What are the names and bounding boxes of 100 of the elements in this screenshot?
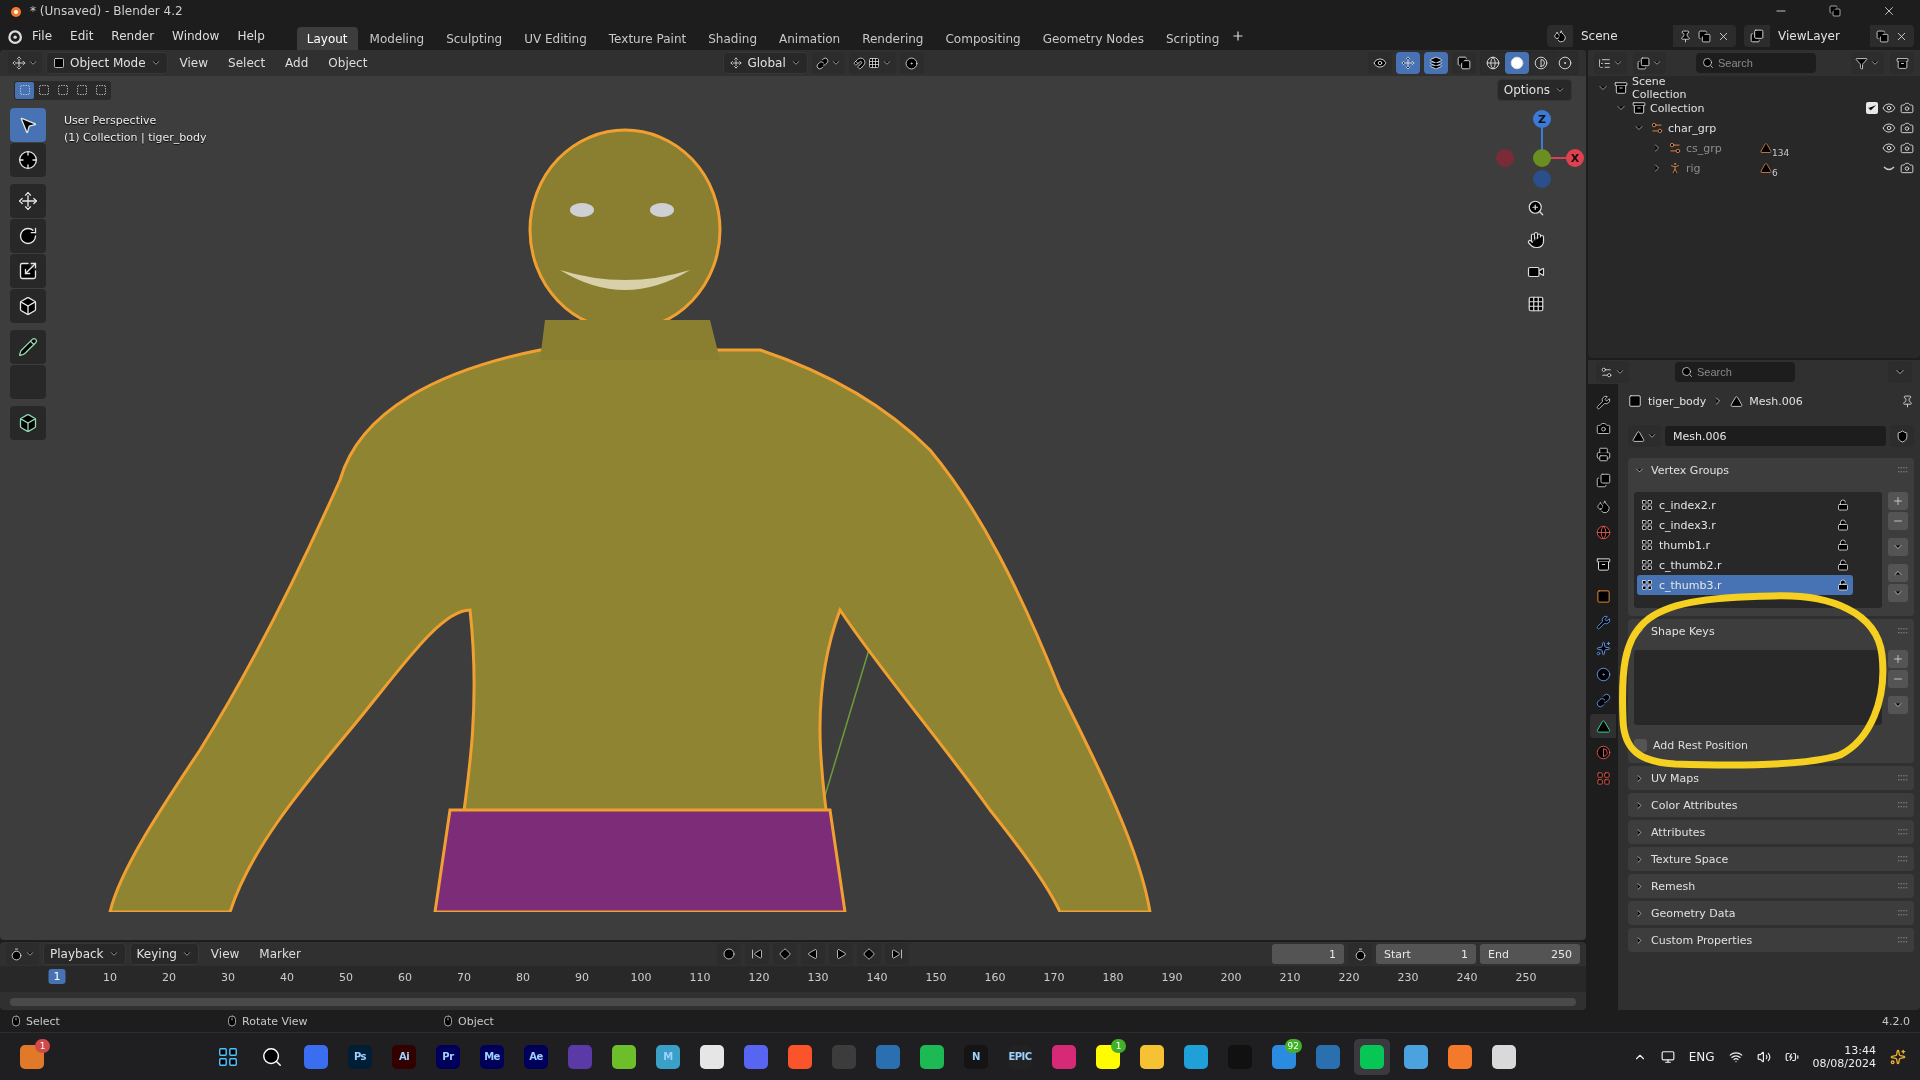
panel-header[interactable]: UV Maps — [1628, 766, 1914, 790]
app-icon: Pr — [436, 1044, 460, 1069]
notification-badge: 92 — [1284, 1038, 1302, 1053]
frame-tick-label: 100 — [630, 971, 652, 984]
axis-handle[interactable]: Z — [1533, 110, 1551, 128]
panel-header[interactable]: Geometry Data — [1628, 901, 1914, 925]
3d-viewport[interactable]: Object Mode View Select Add Object Global Options User Perspective (1) Collection | tiger_body Z X — [0, 50, 1586, 940]
vertex-group-item[interactable]: c_index3.r — [1637, 515, 1853, 535]
vertex-group-item[interactable]: thumb1.r — [1637, 535, 1853, 555]
frame-tick-label: 240 — [1456, 971, 1478, 984]
notification-badge: 1 — [35, 1038, 50, 1053]
panel-header[interactable]: Attributes — [1628, 820, 1914, 844]
frame-tick-label: 120 — [748, 971, 770, 984]
status-hint: Select — [26, 1014, 60, 1028]
taskbar-app-button[interactable]: EPIC — [1002, 1038, 1038, 1075]
status-hint: Object — [458, 1014, 494, 1028]
workspace-tab[interactable]: Geometry Nodes — [1032, 26, 1154, 50]
panel-header[interactable]: Shape Keys — [1628, 619, 1914, 643]
vertex-group-item[interactable]: c_thumb2.r — [1637, 555, 1853, 575]
frame-tick-label: 10 — [103, 971, 118, 984]
tree-item-label[interactable]: cs_grp — [1686, 141, 1756, 155]
menu-dropdown[interactable]: Keying — [129, 943, 199, 965]
workspace-tab[interactable]: Modeling — [359, 26, 435, 50]
breadcrumb-item: Mesh.006 — [1749, 394, 1803, 408]
workspace-tab[interactable]: UV Editing — [514, 26, 597, 50]
frame-tick-label: 230 — [1397, 971, 1419, 984]
menu-dropdown[interactable]: Playback — [43, 943, 126, 965]
checkbox-label[interactable]: Add Rest Position — [1653, 738, 1749, 752]
taskbar-app-button[interactable]: N — [958, 1038, 994, 1075]
frame-tick-label: 150 — [925, 971, 947, 984]
language-indicator[interactable]: ENG — [1688, 1049, 1715, 1064]
end-frame-field[interactable]: End 250 — [1480, 944, 1580, 964]
taskbar-app-button[interactable]: Pr — [430, 1038, 466, 1075]
playhead[interactable]: 1 — [48, 969, 66, 984]
panel-header[interactable]: Vertex Groups — [1628, 458, 1914, 482]
app-icon: M — [656, 1044, 680, 1069]
frame-tick-label: 70 — [457, 971, 472, 984]
menu-item[interactable]: File — [24, 26, 61, 46]
tree-item-label[interactable]: Collection — [1650, 101, 1720, 115]
viewport-info-text: (1) Collection | tiger_body — [64, 131, 207, 144]
frame-tick-label: 20 — [162, 971, 177, 984]
menu-item[interactable]: View — [202, 944, 248, 964]
tree-item-label[interactable]: Scene Collection — [1632, 75, 1702, 101]
frame-tick-label: 200 — [1220, 971, 1242, 984]
workspace-tab[interactable]: Compositing — [935, 26, 1031, 50]
scene-selector[interactable]: Scene — [1547, 25, 1736, 47]
options-dropdown[interactable]: Options — [1496, 79, 1572, 101]
menu-item[interactable]: Add — [277, 53, 317, 73]
frame-tick-label: 50 — [339, 971, 354, 984]
panel-header[interactable]: Custom Properties — [1628, 928, 1914, 952]
menu-item[interactable]: Select — [220, 53, 274, 73]
tree-item-label[interactable]: char_grp — [1668, 121, 1738, 135]
vertex-group-item[interactable]: c_thumb3.r — [1637, 575, 1853, 595]
vertex-group-item[interactable]: c_index2.r — [1637, 495, 1853, 515]
taskbar-app-button[interactable]: Ae — [518, 1038, 554, 1075]
start-frame-field[interactable]: Start 1 — [1376, 944, 1476, 964]
child-count-label: 134 — [1772, 148, 1790, 158]
panel-header[interactable]: Remesh — [1628, 874, 1914, 898]
frame-tick-label: 40 — [280, 971, 295, 984]
mesh-name-field[interactable]: Mesh.006 — [1665, 426, 1886, 446]
panel-header[interactable]: Texture Space — [1628, 847, 1914, 871]
workspace-tab[interactable]: Sculpting — [436, 26, 513, 50]
mode-dropdown[interactable]: Object Mode — [46, 52, 168, 74]
frame-tick-label: 60 — [398, 971, 413, 984]
viewport-info-text: User Perspective — [64, 114, 158, 127]
clock[interactable]: 13:44 08/08/2024 — [1812, 1043, 1876, 1070]
menu-item[interactable]: Window — [164, 26, 228, 46]
taskbar-app-button[interactable]: Me — [474, 1038, 510, 1075]
menu-item[interactable]: Object — [320, 53, 376, 73]
workspace-tab[interactable]: Layout — [296, 26, 358, 50]
menu-item[interactable]: Marker — [251, 944, 309, 964]
workspace-tab[interactable]: Texture Paint — [598, 26, 697, 50]
frame-tick-label: 110 — [689, 971, 711, 984]
frame-tick-label: 210 — [1279, 971, 1301, 984]
tree-item-label[interactable]: rig — [1686, 161, 1756, 175]
view-layer-selector[interactable]: ViewLayer — [1744, 25, 1914, 47]
menu-item[interactable]: Render — [103, 26, 163, 46]
axis-handle[interactable]: X — [1566, 149, 1584, 167]
menu-item[interactable]: Edit — [62, 26, 102, 46]
menu-item[interactable]: View — [171, 53, 217, 73]
taskbar-app-button[interactable]: Ps — [342, 1038, 378, 1075]
panel-header[interactable]: Color Attributes — [1628, 793, 1914, 817]
workspace-tab[interactable]: Shading — [698, 26, 767, 50]
frame-tick-label: 30 — [221, 971, 236, 984]
current-frame-field[interactable]: 1 — [1272, 944, 1344, 964]
taskbar-app-button[interactable]: Ai — [386, 1038, 422, 1075]
search-field[interactable]: Search — [1696, 53, 1816, 73]
menu-item[interactable]: Help — [229, 26, 273, 46]
status-hint: Rotate View — [242, 1014, 308, 1028]
widget-button[interactable]: 1 — [14, 1038, 50, 1075]
workspace-tab[interactable]: Rendering — [852, 26, 934, 50]
frame-tick-label: 170 — [1043, 971, 1065, 984]
orientation-dropdown[interactable]: Global — [723, 52, 808, 74]
workspace-tab[interactable]: Animation — [769, 26, 851, 50]
workspace-tab[interactable]: Scripting — [1155, 26, 1230, 50]
window-title: * (Unsaved) - Blender 4.2 — [30, 4, 184, 18]
frame-tick-label: 140 — [866, 971, 888, 984]
app-icon: Ai — [392, 1044, 416, 1069]
app-icon: Me — [480, 1044, 504, 1069]
search-field[interactable]: Search — [1675, 362, 1795, 382]
